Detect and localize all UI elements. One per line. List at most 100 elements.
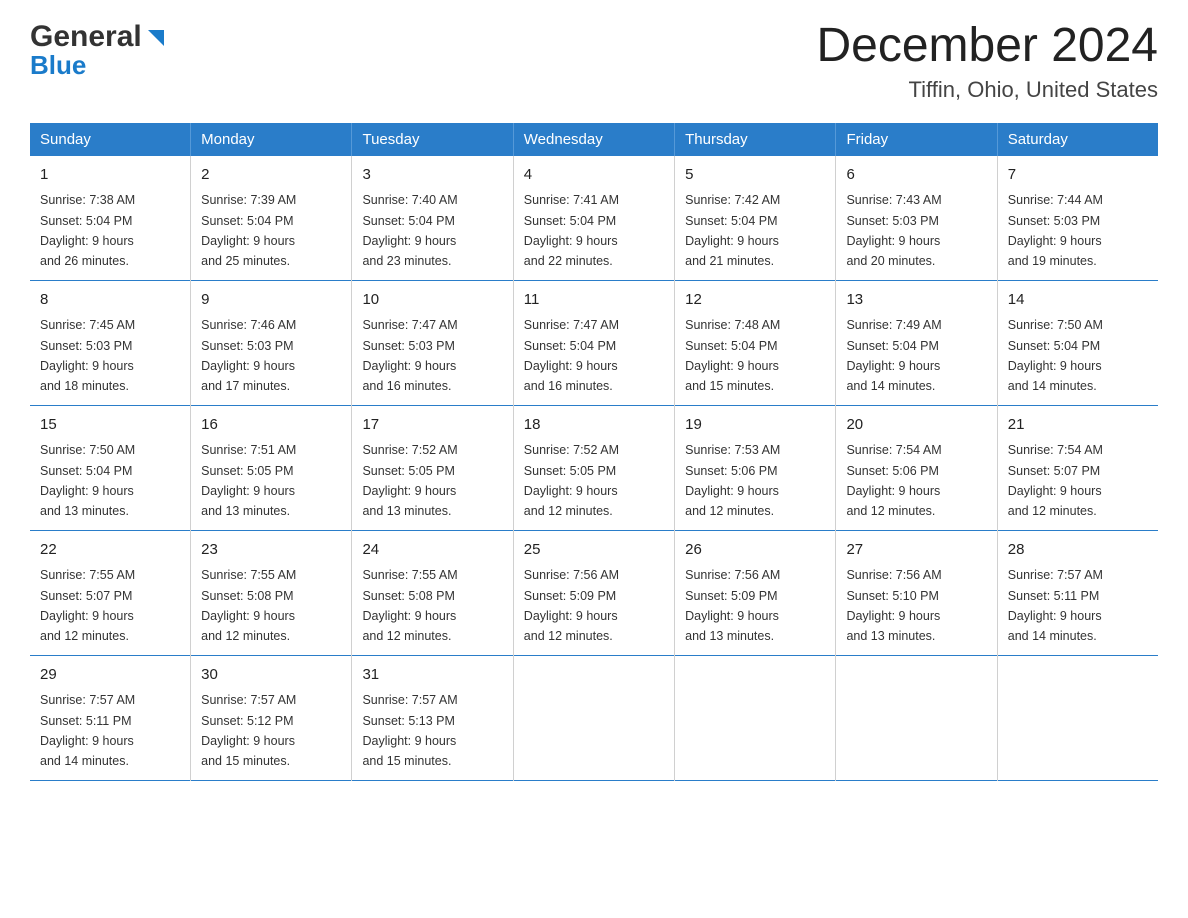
day-number: 24: [362, 539, 502, 562]
weekday-header-wednesday: Wednesday: [513, 123, 674, 156]
calendar-cell: 17 Sunrise: 7:52 AMSunset: 5:05 PMDayligh…: [352, 405, 513, 530]
day-number: 18: [524, 414, 664, 437]
day-info: Sunrise: 7:47 AMSunset: 5:04 PMDaylight:…: [524, 318, 619, 393]
day-number: 12: [685, 289, 825, 312]
calendar-cell: 31Sunrise: 7:57 AMSunset: 5:13 PMDayligh…: [352, 655, 513, 780]
calendar-cell: 8 Sunrise: 7:45 AMSunset: 5:03 PMDaylight…: [30, 280, 191, 405]
calendar-cell: [675, 655, 836, 780]
day-info: Sunrise: 7:39 AMSunset: 5:04 PMDaylight:…: [201, 193, 296, 268]
day-info: Sunrise: 7:52 AMSunset: 5:05 PMDaylight:…: [362, 443, 457, 518]
calendar-cell: 6Sunrise: 7:43 AMSunset: 5:03 PMDaylight…: [836, 156, 997, 281]
day-info: Sunrise: 7:54 AMSunset: 5:07 PMDaylight:…: [1008, 443, 1103, 518]
day-number: 27: [846, 539, 986, 562]
day-number: 26: [685, 539, 825, 562]
weekday-header-friday: Friday: [836, 123, 997, 156]
day-number: 14: [1008, 289, 1148, 312]
day-number: 9: [201, 289, 341, 312]
day-number: 16: [201, 414, 341, 437]
day-info: Sunrise: 7:44 AMSunset: 5:03 PMDaylight:…: [1008, 193, 1103, 268]
calendar-week-row: 22Sunrise: 7:55 AMSunset: 5:07 PMDayligh…: [30, 530, 1158, 655]
day-number: 23: [201, 539, 341, 562]
day-number: 2: [201, 164, 341, 187]
calendar-cell: [836, 655, 997, 780]
calendar-cell: 9 Sunrise: 7:46 AMSunset: 5:03 PMDaylight…: [191, 280, 352, 405]
day-number: 8: [40, 289, 180, 312]
day-number: 30: [201, 664, 341, 687]
day-info: Sunrise: 7:40 AMSunset: 5:04 PMDaylight:…: [362, 193, 457, 268]
calendar-cell: 10Sunrise: 7:47 AMSunset: 5:03 PMDayligh…: [352, 280, 513, 405]
calendar-cell: 1 Sunrise: 7:38 AMSunset: 5:04 PMDaylight…: [30, 156, 191, 281]
calendar-cell: 14 Sunrise: 7:50 AMSunset: 5:04 PMDayligh…: [997, 280, 1158, 405]
day-number: 3: [362, 164, 502, 187]
day-info: Sunrise: 7:38 AMSunset: 5:04 PMDaylight:…: [40, 193, 135, 268]
day-info: Sunrise: 7:50 AMSunset: 5:04 PMDaylight:…: [40, 443, 135, 518]
title-section: December 2024 Tiffin, Ohio, United State…: [816, 20, 1158, 103]
calendar-cell: 15 Sunrise: 7:50 AMSunset: 5:04 PMDayligh…: [30, 405, 191, 530]
day-number: 28: [1008, 539, 1148, 562]
weekday-header-thursday: Thursday: [675, 123, 836, 156]
calendar-cell: 11Sunrise: 7:47 AMSunset: 5:04 PMDayligh…: [513, 280, 674, 405]
day-info: Sunrise: 7:46 AMSunset: 5:03 PMDaylight:…: [201, 318, 296, 393]
day-info: Sunrise: 7:57 AMSunset: 5:12 PMDaylight:…: [201, 693, 296, 768]
calendar-table: SundayMondayTuesdayWednesdayThursdayFrid…: [30, 123, 1158, 781]
day-number: 13: [846, 289, 986, 312]
calendar-week-row: 1 Sunrise: 7:38 AMSunset: 5:04 PMDaylight…: [30, 156, 1158, 281]
calendar-cell: 29Sunrise: 7:57 AMSunset: 5:11 PMDayligh…: [30, 655, 191, 780]
weekday-header-row: SundayMondayTuesdayWednesdayThursdayFrid…: [30, 123, 1158, 156]
calendar-cell: 18 Sunrise: 7:52 AMSunset: 5:05 PMDayligh…: [513, 405, 674, 530]
day-info: Sunrise: 7:49 AMSunset: 5:04 PMDaylight:…: [846, 318, 941, 393]
day-info: Sunrise: 7:56 AMSunset: 5:09 PMDaylight:…: [685, 568, 780, 643]
day-info: Sunrise: 7:52 AMSunset: 5:05 PMDaylight:…: [524, 443, 619, 518]
weekday-header-tuesday: Tuesday: [352, 123, 513, 156]
day-info: Sunrise: 7:57 AMSunset: 5:11 PMDaylight:…: [1008, 568, 1103, 643]
calendar-cell: 4 Sunrise: 7:41 AMSunset: 5:04 PMDaylight…: [513, 156, 674, 281]
logo-blue-text: Blue: [30, 50, 86, 81]
calendar-week-row: 29Sunrise: 7:57 AMSunset: 5:11 PMDayligh…: [30, 655, 1158, 780]
day-number: 31: [362, 664, 502, 687]
day-number: 6: [846, 164, 986, 187]
day-number: 20: [846, 414, 986, 437]
day-number: 5: [685, 164, 825, 187]
day-info: Sunrise: 7:50 AMSunset: 5:04 PMDaylight:…: [1008, 318, 1103, 393]
calendar-cell: 21 Sunrise: 7:54 AMSunset: 5:07 PMDayligh…: [997, 405, 1158, 530]
calendar-location: Tiffin, Ohio, United States: [816, 77, 1158, 103]
day-number: 15: [40, 414, 180, 437]
calendar-cell: [997, 655, 1158, 780]
day-info: Sunrise: 7:48 AMSunset: 5:04 PMDaylight:…: [685, 318, 780, 393]
calendar-cell: 13 Sunrise: 7:49 AMSunset: 5:04 PMDayligh…: [836, 280, 997, 405]
calendar-cell: 16 Sunrise: 7:51 AMSunset: 5:05 PMDayligh…: [191, 405, 352, 530]
day-info: Sunrise: 7:53 AMSunset: 5:06 PMDaylight:…: [685, 443, 780, 518]
calendar-cell: 27Sunrise: 7:56 AMSunset: 5:10 PMDayligh…: [836, 530, 997, 655]
calendar-cell: 22Sunrise: 7:55 AMSunset: 5:07 PMDayligh…: [30, 530, 191, 655]
calendar-cell: 3 Sunrise: 7:40 AMSunset: 5:04 PMDaylight…: [352, 156, 513, 281]
day-info: Sunrise: 7:41 AMSunset: 5:04 PMDaylight:…: [524, 193, 619, 268]
day-info: Sunrise: 7:45 AMSunset: 5:03 PMDaylight:…: [40, 318, 135, 393]
calendar-cell: 7 Sunrise: 7:44 AMSunset: 5:03 PMDaylight…: [997, 156, 1158, 281]
day-number: 22: [40, 539, 180, 562]
calendar-week-row: 8 Sunrise: 7:45 AMSunset: 5:03 PMDaylight…: [30, 280, 1158, 405]
calendar-cell: 12 Sunrise: 7:48 AMSunset: 5:04 PMDayligh…: [675, 280, 836, 405]
day-number: 21: [1008, 414, 1148, 437]
day-info: Sunrise: 7:55 AMSunset: 5:08 PMDaylight:…: [362, 568, 457, 643]
day-number: 7: [1008, 164, 1148, 187]
day-number: 4: [524, 164, 664, 187]
day-info: Sunrise: 7:56 AMSunset: 5:09 PMDaylight:…: [524, 568, 619, 643]
weekday-header-saturday: Saturday: [997, 123, 1158, 156]
calendar-week-row: 15 Sunrise: 7:50 AMSunset: 5:04 PMDayligh…: [30, 405, 1158, 530]
day-info: Sunrise: 7:42 AMSunset: 5:04 PMDaylight:…: [685, 193, 780, 268]
calendar-cell: 2 Sunrise: 7:39 AMSunset: 5:04 PMDaylight…: [191, 156, 352, 281]
calendar-cell: 20 Sunrise: 7:54 AMSunset: 5:06 PMDayligh…: [836, 405, 997, 530]
calendar-cell: [513, 655, 674, 780]
calendar-cell: 25Sunrise: 7:56 AMSunset: 5:09 PMDayligh…: [513, 530, 674, 655]
day-info: Sunrise: 7:51 AMSunset: 5:05 PMDaylight:…: [201, 443, 296, 518]
calendar-cell: 19Sunrise: 7:53 AMSunset: 5:06 PMDayligh…: [675, 405, 836, 530]
calendar-cell: 28 Sunrise: 7:57 AMSunset: 5:11 PMDayligh…: [997, 530, 1158, 655]
calendar-title: December 2024: [816, 20, 1158, 73]
logo-triangle-icon: [144, 26, 166, 48]
day-number: 17: [362, 414, 502, 437]
calendar-cell: 24 Sunrise: 7:55 AMSunset: 5:08 PMDayligh…: [352, 530, 513, 655]
day-number: 1: [40, 164, 180, 187]
day-info: Sunrise: 7:54 AMSunset: 5:06 PMDaylight:…: [846, 443, 941, 518]
calendar-cell: 30 Sunrise: 7:57 AMSunset: 5:12 PMDayligh…: [191, 655, 352, 780]
day-info: Sunrise: 7:57 AMSunset: 5:11 PMDaylight:…: [40, 693, 135, 768]
